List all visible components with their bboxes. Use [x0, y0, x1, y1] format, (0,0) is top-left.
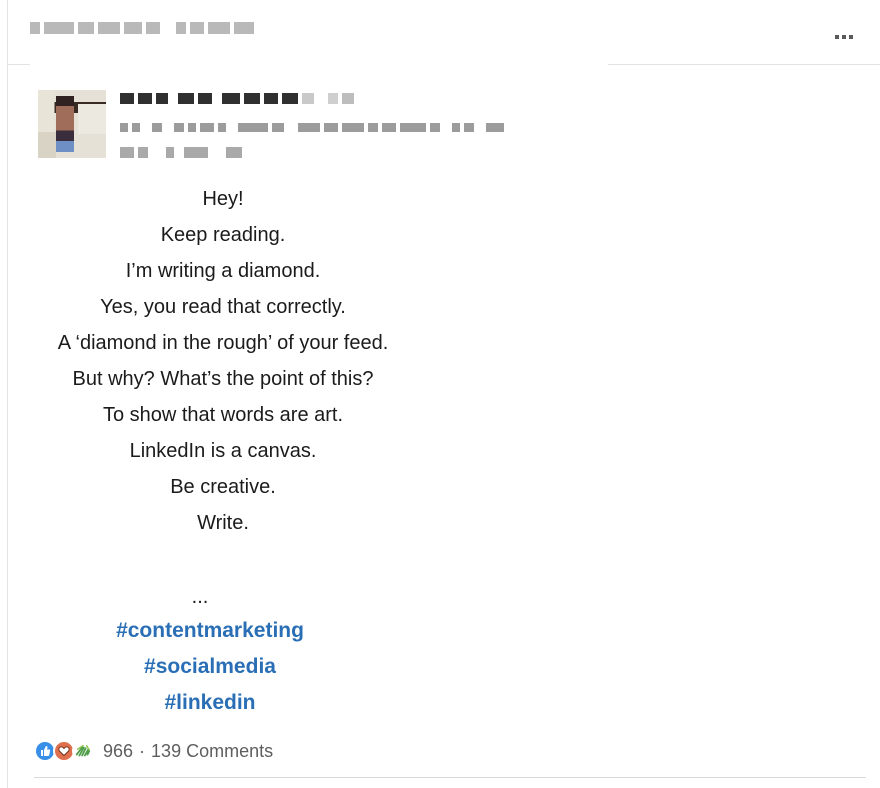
post-line: Yes, you read that correctly. [100, 296, 346, 318]
post-line: Be creative. [170, 476, 276, 498]
feed-post-card: Hey! Keep reading. I’m writing a diamond… [0, 0, 880, 788]
post-body: Hey! Keep reading. I’m writing a diamond… [0, 181, 446, 541]
author-avatar[interactable] [38, 90, 106, 158]
post-ellipsis: ... [191, 586, 209, 608]
dot-icon [849, 35, 853, 39]
hashtag-link-linkedin[interactable]: #linkedin [0, 685, 420, 721]
dot-icon [842, 35, 846, 39]
hashtag-list: #contentmarketing #socialmedia #linkedin [0, 613, 420, 721]
separator-dot: · [139, 740, 146, 761]
hashtag-link-contentmarketing[interactable]: #contentmarketing [0, 613, 420, 649]
more-options-button[interactable] [826, 26, 862, 48]
post-line: But why? What’s the point of this? [72, 368, 374, 390]
hashtag-link-socialmedia[interactable]: #socialmedia [0, 649, 420, 685]
reaction-count[interactable]: 966 [103, 741, 133, 762]
post-line: Hey! [202, 188, 244, 210]
post-line: To show that words are art. [102, 404, 344, 426]
author-name-redacted[interactable] [120, 93, 358, 104]
reaction-icons[interactable] [34, 740, 94, 762]
social-counts-bar: 966 · 139 Comments [34, 737, 273, 765]
post-line: LinkedIn is a canvas. [129, 440, 317, 462]
author-headline-redacted [120, 123, 508, 132]
post-line: Keep reading. [160, 224, 286, 246]
post-line: Write. [197, 512, 249, 534]
post-timestamp-redacted [120, 147, 246, 158]
support-icon [72, 740, 94, 762]
actions-divider [34, 777, 866, 778]
post-context-redacted [30, 22, 258, 34]
dot-icon [835, 35, 839, 39]
comments-count-link[interactable]: 139 Comments [151, 741, 273, 762]
post-line: I’m writing a diamond. [125, 260, 321, 282]
post-line: A ‘diamond in the rough’ of your feed. [57, 332, 389, 354]
